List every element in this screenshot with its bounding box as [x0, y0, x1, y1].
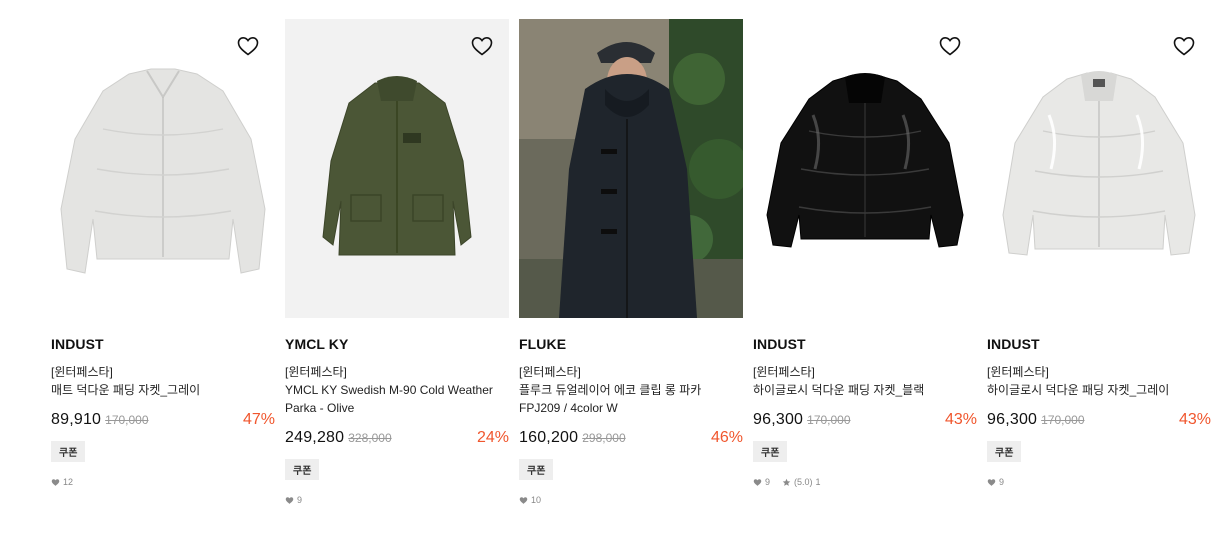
sale-price: 160,200 — [519, 429, 579, 446]
original-price: 170,000 — [1041, 413, 1085, 427]
sale-price: 96,300 — [987, 411, 1038, 428]
promo-tag: [윈터페스타] — [285, 365, 347, 379]
product-name[interactable]: YMCL KY Swedish M-90 Cold Weather Parka … — [285, 381, 509, 417]
product-name[interactable]: 하이글로시 덕다운 패딩 자켓_블랙 — [753, 381, 977, 399]
original-price: 298,000 — [582, 431, 626, 445]
product-photo-black-glossy-jacket — [753, 19, 977, 318]
heart-icon — [285, 496, 294, 504]
product-image[interactable] — [753, 19, 977, 318]
heart-outline-icon — [939, 36, 961, 56]
product-image[interactable] — [285, 19, 509, 318]
brand-name[interactable]: INDUST — [987, 336, 1211, 354]
sale-price: 96,300 — [753, 411, 804, 428]
discount-rate: 46% — [710, 429, 743, 446]
original-price: 328,000 — [348, 431, 392, 445]
like-count: 9 — [765, 477, 771, 487]
like-count: 9 — [999, 477, 1005, 487]
brand-name[interactable]: INDUST — [753, 336, 977, 354]
sale-price: 249,280 — [285, 429, 345, 446]
promo-tag: [윈터페스타] — [987, 365, 1049, 379]
product-meta: 9 — [987, 476, 1211, 488]
promo-tag: [윈터페스타] — [753, 365, 815, 379]
product-card[interactable]: FLUKE [윈터페스타] 플루크 듀얼레이어 에코 클립 롱 파카 FPJ20… — [519, 19, 743, 506]
rating-score: (5.0) — [794, 477, 813, 487]
wishlist-button[interactable] — [1172, 34, 1196, 58]
price-row: 249,280 328,000 24% — [285, 429, 509, 451]
discount-rate: 47% — [242, 411, 275, 428]
coupon-badge: 쿠폰 — [753, 441, 788, 462]
product-card[interactable]: INDUST [윈터페스타] 하이글로시 덕다운 패딩 자켓_블랙 96,300… — [753, 19, 977, 488]
product-card[interactable]: INDUST [윈터페스타] 매트 덕다운 패딩 자켓_그레이 89,910 17… — [51, 19, 275, 488]
original-price: 170,000 — [807, 413, 851, 427]
coupon-badge: 쿠폰 — [51, 441, 86, 462]
heart-icon — [753, 478, 762, 486]
discount-rate: 43% — [944, 411, 977, 428]
price-row: 89,910 170,000 47% — [51, 411, 275, 433]
brand-name[interactable]: YMCL KY — [285, 336, 509, 354]
heart-icon — [987, 478, 996, 486]
star-icon — [782, 478, 791, 486]
like-count: 10 — [531, 495, 542, 505]
original-price: 170,000 — [105, 413, 149, 427]
wishlist-button[interactable] — [236, 34, 260, 58]
coupon-badge: 쿠폰 — [519, 459, 554, 480]
price-row: 160,200 298,000 46% — [519, 429, 743, 451]
price-row: 96,300 170,000 43% — [987, 411, 1211, 433]
product-meta: 10 — [519, 494, 743, 506]
sale-price: 89,910 — [51, 411, 102, 428]
wishlist-button[interactable] — [704, 34, 728, 58]
product-card[interactable]: INDUST [윈터페스타] 하이글로시 덕다운 패딩 자켓_그레이 96,30… — [987, 19, 1211, 488]
heart-outline-icon — [1173, 36, 1195, 56]
review-count: 1 — [815, 477, 821, 487]
product-meta: 9 — [285, 494, 509, 506]
like-count: 9 — [297, 495, 303, 505]
brand-name[interactable]: INDUST — [51, 336, 275, 354]
coupon-badge: 쿠폰 — [285, 459, 320, 480]
product-card[interactable]: YMCL KY [윈터페스타] YMCL KY Swedish M-90 Col… — [285, 19, 509, 506]
discount-rate: 43% — [1178, 411, 1211, 428]
product-name[interactable]: 매트 덕다운 패딩 자켓_그레이 — [51, 381, 275, 399]
promo-tag: [윈터페스타] — [519, 365, 581, 379]
price-row: 96,300 170,000 43% — [753, 411, 977, 433]
coupon-badge: 쿠폰 — [987, 441, 1022, 462]
wishlist-button[interactable] — [470, 34, 494, 58]
rating-group: (5.0) 1 — [782, 477, 821, 487]
product-photo-gray-glossy-jacket — [987, 19, 1211, 318]
product-image[interactable] — [51, 19, 275, 318]
promo-tag: [윈터페스타] — [51, 365, 113, 379]
product-image[interactable] — [987, 19, 1211, 318]
product-image[interactable] — [519, 19, 743, 318]
brand-name[interactable]: FLUKE — [519, 336, 743, 354]
discount-rate: 24% — [476, 429, 509, 446]
product-photo-model-parka — [519, 19, 743, 318]
heart-outline-icon — [237, 36, 259, 56]
product-photo-olive-parka — [285, 19, 509, 318]
heart-icon — [51, 478, 60, 486]
product-grid: INDUST [윈터페스타] 매트 덕다운 패딩 자켓_그레이 89,910 17… — [0, 0, 1220, 535]
product-name[interactable]: 하이글로시 덕다운 패딩 자켓_그레이 — [987, 381, 1211, 399]
heart-outline-icon — [471, 36, 493, 56]
product-name[interactable]: 플루크 듀얼레이어 에코 클립 롱 파카 FPJ209 / 4color W — [519, 381, 743, 417]
product-meta: 12 — [51, 476, 275, 488]
wishlist-button[interactable] — [938, 34, 962, 58]
like-count: 12 — [63, 477, 74, 487]
product-photo-gray-matte-jacket — [51, 19, 275, 318]
heart-icon — [519, 496, 528, 504]
product-meta: 9 (5.0) 1 — [753, 476, 977, 488]
